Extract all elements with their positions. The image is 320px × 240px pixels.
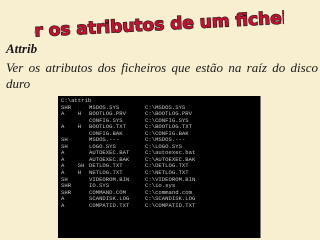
- console-row: A COMPATID.TXT C:\COMPATID.TXT: [58, 201, 260, 210]
- title-banner: Ver os atributos de um ficheiro: [34, 5, 284, 39]
- file-name: COMPATID.TXT: [89, 201, 130, 209]
- file-path: C:\COMPATID.TXT: [145, 201, 196, 209]
- console-output: SHR MSDOS.SYS C:\MSDOS.SYS A H BOOTLOG.PRV C:…: [58, 104, 260, 210]
- page-title: Ver os atributos de um ficheiro: [34, 7, 284, 39]
- section-description: Ver os atributos dos ficheiros que estão…: [6, 60, 318, 91]
- console-screenshot: C:\attrib SHR MSDOS.SYS C:\MSDOS.SYS A H BOO…: [58, 96, 261, 238]
- section-heading: Attrib: [6, 41, 38, 56]
- file-attributes: A: [61, 201, 65, 209]
